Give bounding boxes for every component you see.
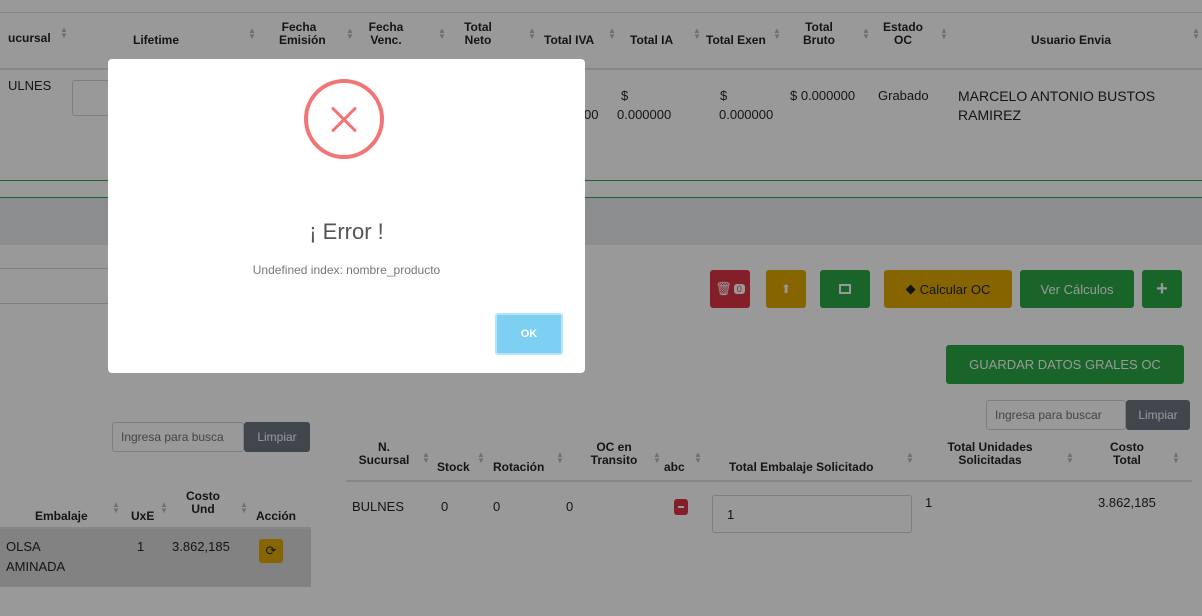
error-dialog: ¡ Error ! Undefined index: nombre_produc… (108, 59, 585, 373)
ok-button[interactable]: OK (495, 313, 563, 355)
error-x-icon (304, 79, 384, 159)
ok-label: OK (520, 328, 538, 340)
dialog-title: ¡ Error ! (309, 219, 384, 244)
dialog-message: Undefined index: nombre_producto (252, 263, 441, 277)
